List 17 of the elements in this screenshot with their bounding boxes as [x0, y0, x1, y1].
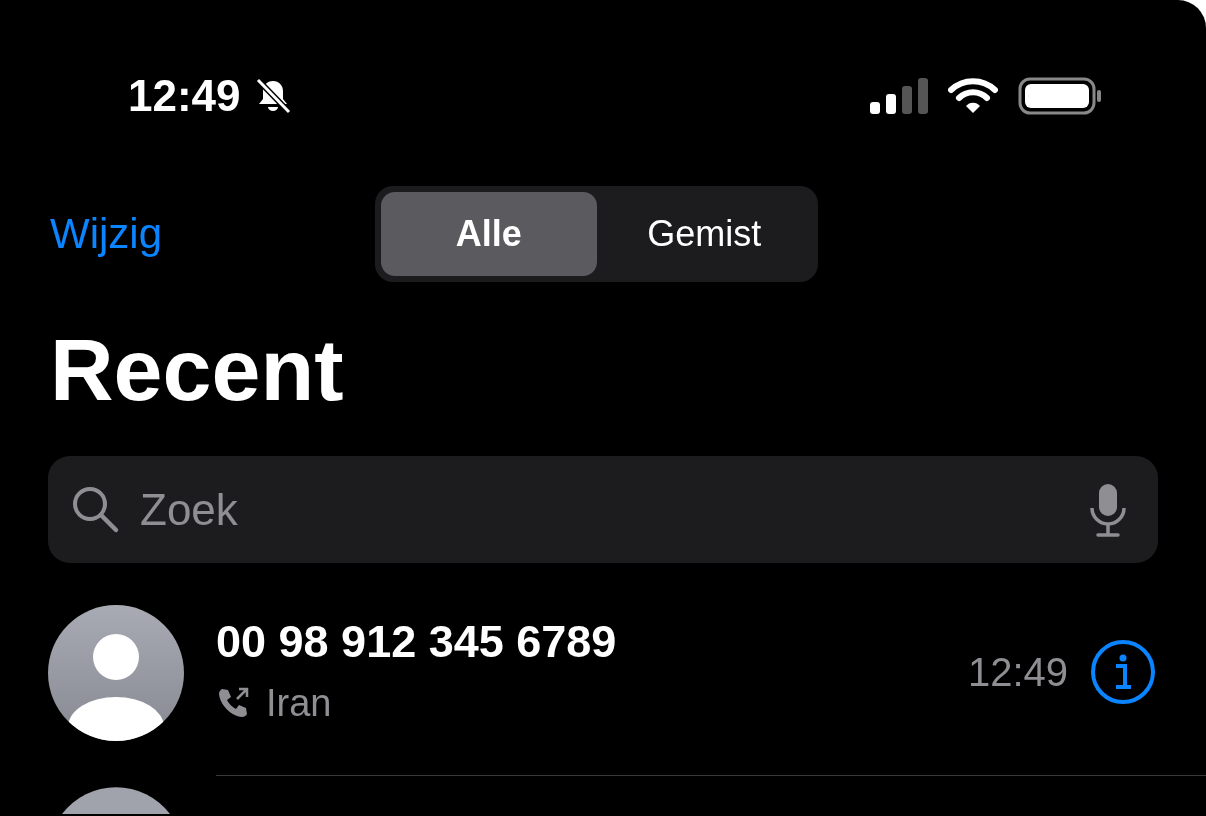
call-location: Iran	[266, 681, 332, 725]
edit-link[interactable]: Wijzig	[50, 210, 375, 258]
page-title: Recent	[50, 320, 345, 420]
search-icon	[70, 484, 120, 534]
microphone-icon[interactable]	[1088, 482, 1128, 538]
avatar-icon	[48, 604, 184, 741]
status-time: 12:49	[128, 71, 241, 121]
call-time: 12:49	[967, 649, 1068, 695]
segment-tab[interactable]: Alle	[381, 192, 597, 276]
wifi-icon	[948, 78, 998, 114]
phone-number: 00 98 912 345 6789	[216, 615, 618, 668]
outgoing-call-icon	[216, 686, 250, 720]
segment-tab[interactable]: Gemist	[596, 192, 812, 276]
search-field[interactable]: Zoek	[48, 456, 1158, 563]
battery-icon	[1018, 77, 1102, 115]
signal-icon	[870, 78, 928, 114]
info-icon[interactable]	[1090, 639, 1156, 705]
